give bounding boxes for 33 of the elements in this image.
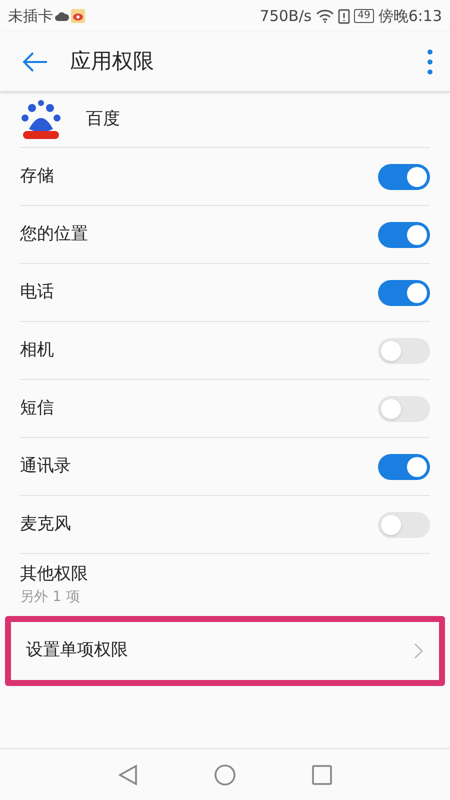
toggle-switch[interactable] — [378, 338, 430, 364]
battery-indicator: 49 — [354, 9, 374, 23]
toggle-switch[interactable] — [378, 512, 430, 538]
toggle-switch[interactable] — [378, 454, 430, 480]
more-vertical-icon — [427, 48, 433, 74]
cloud-icon — [55, 11, 69, 21]
app-name: 百度 — [86, 108, 120, 131]
permission-label: 麦克风 — [20, 512, 71, 536]
back-nav-icon[interactable] — [118, 764, 138, 786]
carrier-text: 未插卡 — [8, 6, 53, 27]
single-permission-item[interactable]: 设置单项权限 — [5, 616, 445, 686]
back-arrow-icon — [22, 52, 48, 72]
permission-label: 相机 — [20, 338, 54, 362]
page-title: 应用权限 — [70, 48, 154, 75]
sim-alert-icon — [338, 8, 350, 24]
toggle-switch[interactable] — [378, 222, 430, 248]
eye-icon — [71, 9, 85, 23]
home-nav-icon[interactable] — [214, 764, 236, 786]
recents-nav-icon[interactable] — [312, 764, 332, 784]
toggle-switch[interactable] — [378, 396, 430, 422]
network-speed: 750B/s — [260, 6, 312, 27]
permission-label: 电话 — [20, 280, 54, 304]
app-logo-icon — [20, 98, 62, 140]
wifi-icon — [316, 9, 334, 23]
permission-label: 您的位置 — [20, 222, 88, 246]
chevron-right-icon — [414, 643, 424, 659]
permission-label: 通讯录 — [20, 454, 71, 478]
toggle-switch[interactable] — [378, 164, 430, 190]
toggle-switch[interactable] — [378, 280, 430, 306]
permission-label: 短信 — [20, 396, 54, 420]
other-permissions-item[interactable]: 其他权限 另外 1 项 — [20, 554, 430, 616]
clock-time: 傍晚6:13 — [378, 6, 442, 27]
permission-label: 存储 — [20, 164, 54, 188]
